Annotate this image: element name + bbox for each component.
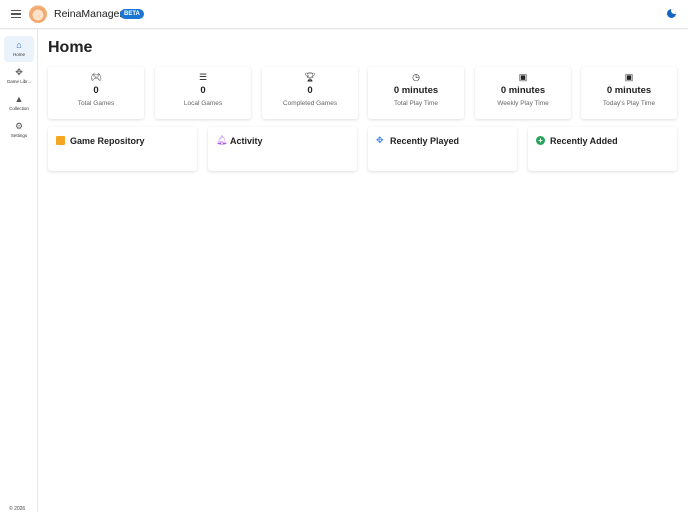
list-icon: ☰ <box>198 72 208 82</box>
sidebar-item-home[interactable]: ⌂ Home <box>4 36 34 62</box>
stat-card-total-play-time: ◷ 0 minutes Total Play Time <box>368 67 464 119</box>
gamepad-cross-icon: ✥ <box>15 67 23 77</box>
copyright: © 2026 <box>9 506 26 512</box>
app-title: ReinaManager <box>54 8 123 20</box>
archive-icon <box>56 136 65 145</box>
stat-card-local-games: ☰ 0 Local Games <box>155 67 251 119</box>
panel-recently-played: ✥ Recently Played <box>368 127 517 171</box>
bell-icon: 🔔︎ <box>216 135 228 145</box>
stat-card-total-games: 🎮︎ 0 Total Games <box>48 67 144 119</box>
sidebar-item-settings[interactable]: ⚙ Settings <box>4 117 34 143</box>
gear-icon: ⚙ <box>14 121 24 131</box>
dark-mode-toggle-icon[interactable] <box>667 9 676 18</box>
menu-icon[interactable] <box>11 10 21 18</box>
sidebar: ⌂ Home ✥ Game Libr... ▲ Collection ⚙ Setting… <box>0 29 38 512</box>
category-icon: ▲ <box>14 94 24 104</box>
sidebar-item-collection[interactable]: ▲ Collection <box>4 90 34 116</box>
stat-card-weekly-play-time: ▣ 0 minutes Weekly Play Time <box>475 67 571 119</box>
panel-game-repository: Game Repository <box>48 127 197 171</box>
sidebar-item-game-library[interactable]: ✥ Game Libr... <box>4 63 34 89</box>
home-icon: ⌂ <box>16 40 22 50</box>
panel-recently-added: + Recently Added <box>528 127 677 171</box>
page-title: Home <box>48 39 93 56</box>
stat-card-completed-games: 🏆︎ 0 Completed Games <box>262 67 358 119</box>
stat-card-todays-play-time: ▣ 0 minutes Today's Play Time <box>581 67 677 119</box>
calendar-icon: ▣ <box>518 72 528 82</box>
panel-activity: 🔔︎ Activity <box>208 127 357 171</box>
app-logo <box>29 5 47 23</box>
trophy-icon: 🏆︎ <box>304 72 316 82</box>
app-header: ReinaManager BETA <box>0 0 688 29</box>
beta-badge: BETA <box>120 9 144 19</box>
gamepad-icon: 🎮︎ <box>90 72 102 82</box>
calendar-today-icon: ▣ <box>624 72 634 82</box>
add-circle-icon: + <box>536 136 545 145</box>
clock-icon: ◷ <box>412 72 420 82</box>
gamepad-cross-icon: ✥ <box>376 135 384 145</box>
